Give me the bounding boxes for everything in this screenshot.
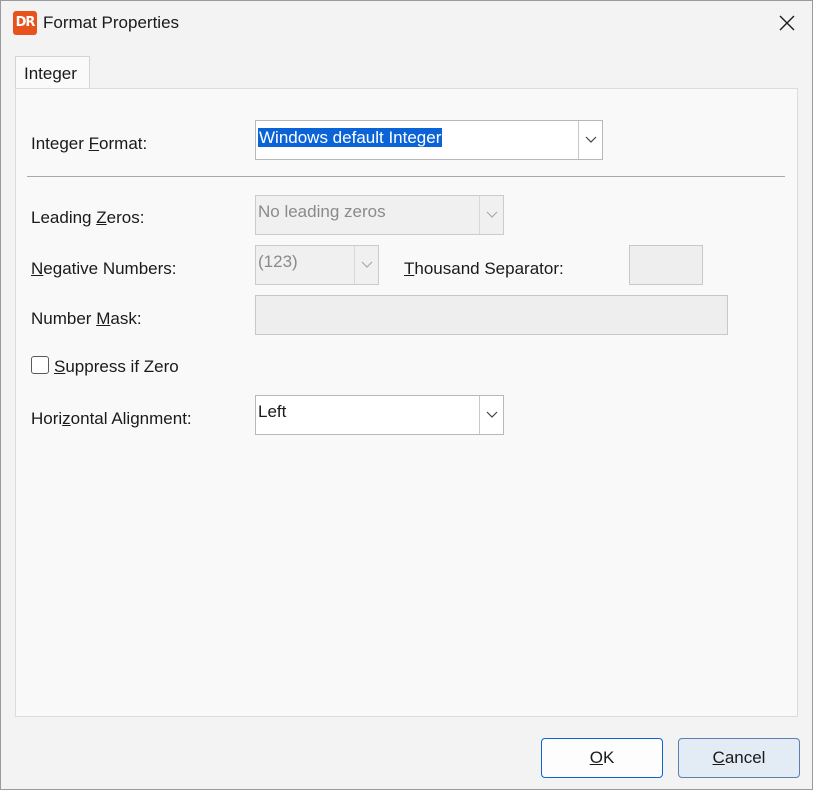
section-divider (27, 176, 785, 177)
tab-integer[interactable]: Integer (15, 56, 90, 89)
chevron-down-icon (486, 411, 497, 418)
window-title: Format Properties (43, 13, 180, 32)
chevron-down-icon (486, 211, 497, 218)
negative-numbers-label: Negative Numbers: (31, 259, 177, 278)
integer-format-label: Integer Format: (31, 134, 148, 153)
dialog-window: DR Format Properties Integer Integer For… (0, 0, 813, 790)
integer-format-arrow[interactable] (578, 121, 602, 159)
app-logo-icon: DR (13, 11, 37, 35)
number-mask-field[interactable] (255, 295, 728, 335)
title-bar: DR Format Properties (1, 1, 812, 45)
negative-numbers-value: (123) (258, 252, 298, 271)
chevron-down-icon (585, 136, 596, 143)
leading-zeros-dropdown[interactable]: No leading zeros (255, 195, 504, 235)
horizontal-alignment-value: Left (258, 402, 287, 421)
thousand-separator-field[interactable] (629, 245, 703, 285)
cancel-button[interactable]: Cancel (678, 738, 800, 778)
number-mask-label: Number Mask: (31, 309, 142, 328)
leading-zeros-arrow[interactable] (479, 196, 503, 234)
horizontal-alignment-dropdown[interactable]: Left (255, 395, 504, 435)
negative-numbers-arrow[interactable] (354, 246, 378, 284)
leading-zeros-value: No leading zeros (258, 202, 386, 221)
leading-zeros-label: Leading Zeros: (31, 208, 145, 227)
integer-format-dropdown[interactable]: Windows default Integer (255, 120, 603, 160)
suppress-if-zero-checkbox[interactable] (31, 356, 49, 374)
horizontal-alignment-label: Horizontal Alignment: (31, 409, 192, 428)
integer-format-value: Windows default Integer (258, 128, 443, 147)
chevron-down-icon (361, 261, 372, 268)
negative-numbers-dropdown[interactable]: (123) (255, 245, 379, 285)
suppress-if-zero-label[interactable]: Suppress if Zero (54, 357, 179, 377)
ok-button[interactable]: OK (541, 738, 663, 778)
horizontal-alignment-arrow[interactable] (479, 396, 503, 434)
close-button[interactable] (772, 9, 802, 37)
thousand-separator-label: Thousand Separator: (404, 259, 564, 278)
close-icon (779, 15, 795, 31)
tab-integer-label: Integer (24, 64, 77, 83)
